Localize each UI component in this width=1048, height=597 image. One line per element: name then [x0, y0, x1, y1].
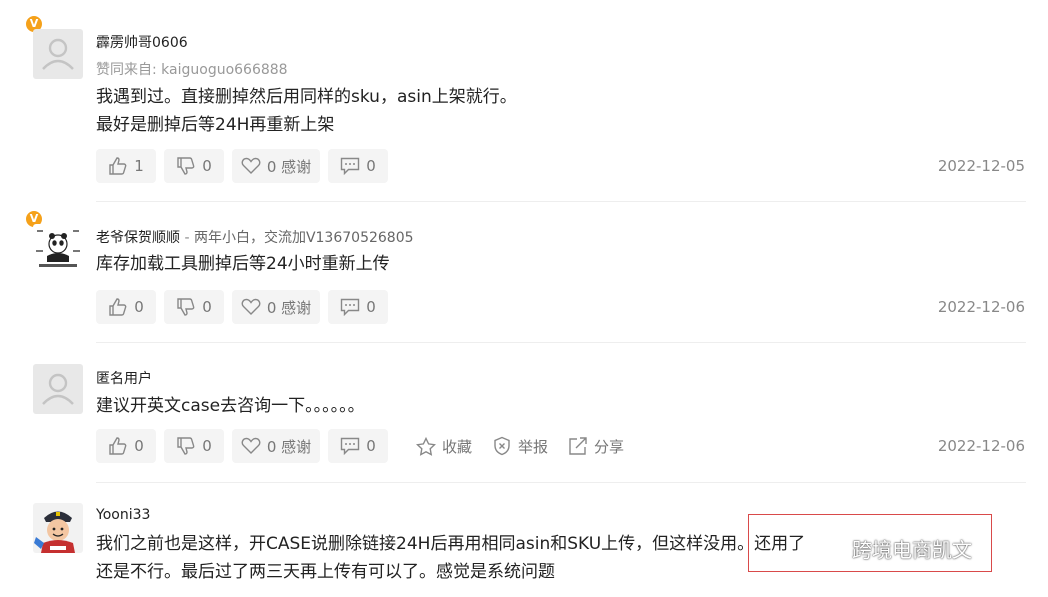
comment-icon [341, 157, 360, 175]
heart-icon [241, 437, 261, 454]
report-button[interactable]: 举报 [492, 429, 548, 463]
share-icon [569, 437, 587, 455]
comment-body: 建议开英文case去咨询一下。。。。。。 [96, 392, 365, 420]
comment-body: 库存加载工具删掉后等24小时重新上传 [96, 250, 390, 278]
comment-line: 最好是删掉后等24H再重新上架 [96, 115, 335, 135]
comment-body: 我们之前也是这样，开CASE说删除链接24H后再用相同asin和SKU上传，但这… [96, 530, 805, 586]
cartoon-police-avatar-icon [33, 503, 83, 553]
thumbs-down-icon [177, 157, 195, 175]
thumbs-down-icon [177, 298, 195, 316]
comment-date: 2022-12-06 [937, 298, 1025, 316]
divider [96, 342, 1026, 343]
username[interactable]: 匿名用户 [96, 368, 152, 388]
share-button[interactable]: 分享 [568, 429, 624, 463]
reply-button[interactable]: 0 [328, 149, 388, 183]
name-separator: - [180, 230, 194, 246]
share-label: 分享 [594, 437, 625, 456]
like-count: 0 [134, 437, 144, 455]
username[interactable]: Yooni33 [96, 507, 150, 523]
comment-actions: 0 0 0 感谢 0 收藏 举报 分享 [96, 429, 624, 463]
comment-line: 建议开英文case去咨询一下。。。。。。 [96, 396, 365, 416]
default-avatar-icon [42, 38, 74, 70]
report-icon [494, 436, 510, 456]
dislike-count: 0 [202, 157, 212, 175]
reply-count: 0 [366, 437, 376, 455]
thumbs-up-icon [109, 298, 127, 316]
username[interactable]: 霹雳帅哥0606 [96, 32, 188, 52]
dislike-button[interactable]: 0 [164, 290, 224, 324]
reply-count: 0 [366, 157, 376, 175]
thanks-label: 0 感谢 [266, 437, 312, 456]
comment-line: 还是不行。最后过了两三天再上传有可以了。感觉是系统问题 [96, 562, 555, 582]
comment-line: 我们之前也是这样，开CASE说删除链接24H后再用相同asin和SKU上传，但这… [96, 534, 806, 554]
heart-icon [241, 298, 261, 315]
watermark-text: 跨境电商凯文 [852, 538, 972, 562]
watermark: 跨境电商凯文 [820, 534, 972, 563]
thanks-button[interactable]: 0 感谢 [232, 149, 320, 183]
star-icon [416, 436, 436, 456]
like-button[interactable]: 0 [96, 429, 156, 463]
username[interactable]: 老爷保贺顺顺 [96, 230, 180, 246]
comment-actions: 0 0 0 感谢 0 [96, 290, 396, 324]
divider [96, 201, 1026, 202]
like-button[interactable]: 1 [96, 149, 156, 183]
collect-button[interactable]: 收藏 [416, 429, 472, 463]
like-count: 0 [134, 298, 144, 316]
comment-icon [341, 437, 360, 455]
comment-line: 我遇到过。直接删掉然后用同样的sku，asin上架就行。 [96, 87, 517, 107]
divider [96, 482, 1026, 483]
reply-count: 0 [366, 298, 376, 316]
dislike-button[interactable]: 0 [164, 429, 224, 463]
dislike-count: 0 [202, 298, 212, 316]
thanks-button[interactable]: 0 感谢 [232, 290, 320, 324]
comment-date: 2022-12-06 [937, 437, 1025, 455]
panda-meme-icon [36, 230, 80, 267]
comment-icon [341, 298, 360, 316]
answer-list: V 霹雳帅哥0606 赞同来自: kaiguoguo666888 我遇到过。直接… [0, 0, 1048, 597]
thumbs-up-icon [109, 437, 127, 455]
like-count: 1 [134, 157, 144, 175]
user-name-line: 老爷保贺顺顺 - 两年小白，交流加V13670526805 [96, 227, 414, 247]
reply-button[interactable]: 0 [328, 290, 388, 324]
user-bio: 两年小白，交流加V13670526805 [193, 230, 414, 246]
avatar-default[interactable] [33, 364, 83, 414]
dislike-count: 0 [202, 437, 212, 455]
endorsed-by-label: 赞同来自: kaiguoguo666888 [96, 62, 288, 78]
reply-button[interactable]: 0 [328, 429, 388, 463]
avatar-default[interactable] [33, 29, 83, 79]
comment-body: 我遇到过。直接删掉然后用同样的sku，asin上架就行。 最好是删掉后等24H再… [96, 83, 517, 139]
thanks-label: 0 感谢 [266, 298, 312, 317]
avatar-panda[interactable] [33, 224, 83, 274]
report-label: 举报 [518, 437, 549, 456]
thumbs-down-icon [177, 437, 195, 455]
avatar-cartoon[interactable] [33, 503, 83, 553]
dislike-button[interactable]: 0 [164, 149, 224, 183]
comment-line: 库存加载工具删掉后等24小时重新上传 [96, 254, 390, 274]
heart-icon [241, 157, 261, 174]
thumbs-up-icon [109, 157, 127, 175]
collect-label: 收藏 [442, 437, 473, 456]
default-avatar-icon [42, 373, 74, 405]
wechat-icon [820, 538, 845, 558]
thanks-label: 0 感谢 [266, 157, 312, 176]
comment-date: 2022-12-05 [937, 157, 1025, 175]
comment-actions: 1 0 0 感谢 0 [96, 149, 396, 183]
thanks-button[interactable]: 0 感谢 [232, 429, 320, 463]
like-button[interactable]: 0 [96, 290, 156, 324]
